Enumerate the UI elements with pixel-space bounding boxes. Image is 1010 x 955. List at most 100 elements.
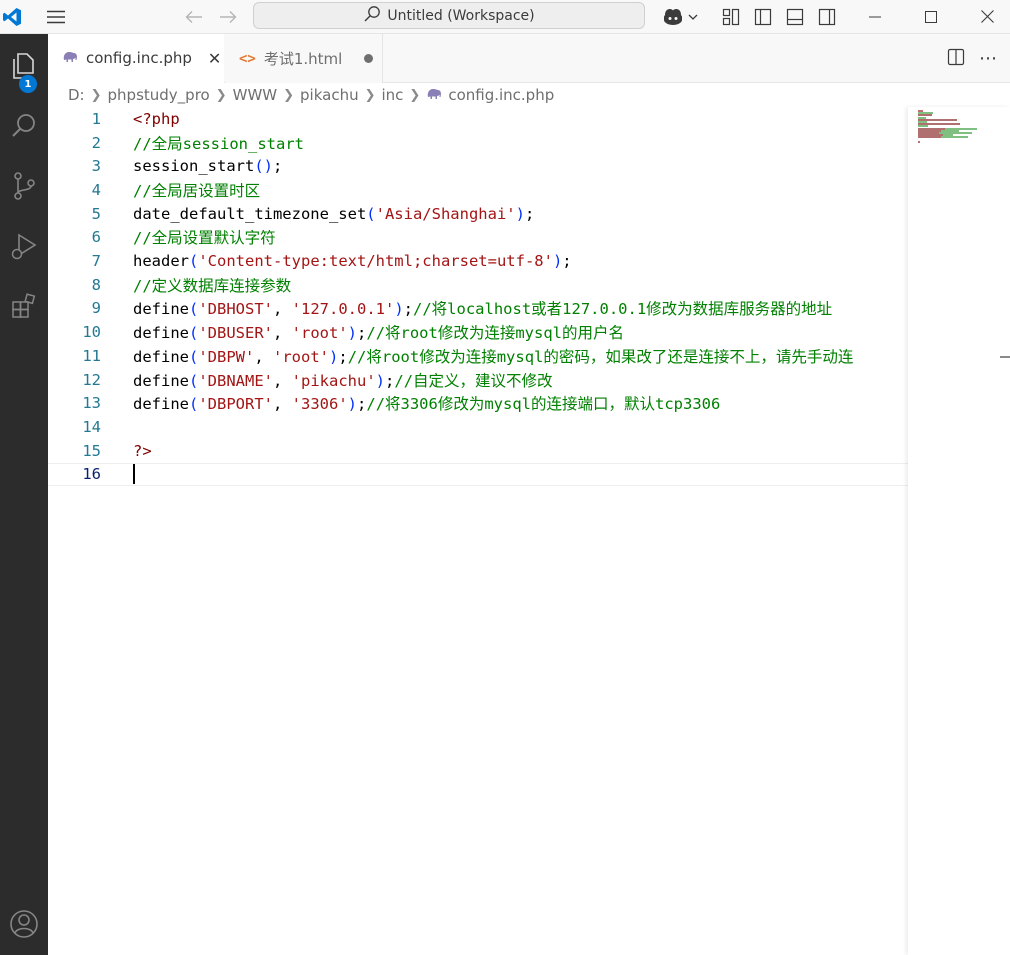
tab-label: 考试1.html <box>263 50 343 68</box>
line-number: 7 <box>91 252 101 271</box>
unsaved-dot-icon[interactable] <box>364 54 374 63</box>
line-number: 10 <box>82 323 101 342</box>
line-text: //全局设置默认字符 <box>133 229 276 248</box>
accounts-icon[interactable] <box>0 900 48 948</box>
vscode-logo-icon <box>0 0 24 33</box>
line-text: define('DBNAME', 'pikachu');//自定义，建议不修改 <box>133 371 553 390</box>
menu-icon[interactable] <box>40 0 72 33</box>
breadcrumb: D: ❯ phpstudy_pro ❯ WWW ❯ pikachu ❯ inc … <box>48 83 1010 107</box>
html-brackets-icon: <> <box>239 50 256 67</box>
line-text: session_start(); <box>133 157 283 176</box>
line-text: define('DBUSER', 'root');//将root修改为连接mys… <box>133 324 625 343</box>
line-text: define('DBPORT', '3306');//将3306修改为mysql… <box>133 395 721 414</box>
line-number: 15 <box>82 441 101 460</box>
chevron-right-icon: ❯ <box>409 87 421 103</box>
title-bar: Untitled (Workspace) <box>0 0 1010 34</box>
toggle-primary-sidebar-icon[interactable] <box>750 0 776 33</box>
chevron-down-icon[interactable] <box>686 0 700 33</box>
code-line[interactable]: 6 //全局设置默认字符 <box>48 226 908 250</box>
breadcrumb-item[interactable]: pikachu <box>300 86 359 104</box>
workspace-title: Untitled (Workspace) <box>387 7 535 24</box>
code-line[interactable]: 10 define('DBUSER', 'root');//将root修改为连接m… <box>48 320 908 344</box>
code-line[interactable]: 12 define('DBNAME', 'pikachu');//自定义，建议不修… <box>48 368 908 392</box>
code-line[interactable]: 2 //全局session_start <box>48 131 908 155</box>
line-text: define('DBHOST', '127.0.0.1');//将localho… <box>133 300 833 319</box>
code-line[interactable]: 3 session_start(); <box>48 154 908 178</box>
code-line[interactable]: 16 <box>48 462 908 487</box>
line-number: 13 <box>82 394 101 413</box>
line-number: 16 <box>82 465 101 484</box>
line-number: 5 <box>91 204 101 223</box>
line-text: date_default_timezone_set('Asia/Shanghai… <box>133 204 535 223</box>
more-actions-icon[interactable]: ⋯ <box>979 48 998 69</box>
source-control-icon[interactable] <box>0 162 48 210</box>
line-number: 14 <box>82 417 101 436</box>
line-number: 8 <box>91 275 101 294</box>
breadcrumb-item[interactable]: inc <box>382 86 404 104</box>
back-arrow-icon[interactable] <box>180 0 208 33</box>
breadcrumb-item[interactable]: WWW <box>233 86 278 104</box>
minimap[interactable] <box>908 107 1010 955</box>
toggle-secondary-sidebar-icon[interactable] <box>814 0 840 33</box>
breadcrumb-item[interactable]: config.inc.php <box>448 86 554 104</box>
line-number: 4 <box>91 180 101 199</box>
line-text: define('DBPW', 'root');//将root修改为连接mysql… <box>133 347 854 366</box>
code-line[interactable]: 4 //全局居设置时区 <box>48 178 908 202</box>
line-text: //全局session_start <box>133 134 304 153</box>
scrollbar-marker <box>1000 356 1010 358</box>
breadcrumb-item[interactable]: phpstudy_pro <box>108 86 210 104</box>
tab-config-inc-php[interactable]: config.inc.php ✕ <box>48 34 224 83</box>
minimap-line <box>918 136 941 139</box>
line-number: 9 <box>91 299 101 318</box>
code-line[interactable]: 8 //定义数据库连接参数 <box>48 273 908 297</box>
breadcrumb-item[interactable]: D: <box>68 86 85 104</box>
run-debug-icon[interactable] <box>0 222 48 270</box>
editor-tab-bar: config.inc.php ✕ <> 考试1.html ⋯ <box>48 34 1010 83</box>
code-line[interactable]: 7 header('Content-type:text/html;charset=… <box>48 249 908 273</box>
line-text: ?> <box>133 441 152 460</box>
code-line[interactable]: 15 ?> <box>48 439 908 463</box>
explorer-badge: 1 <box>19 75 37 93</box>
activity-bar: 1 <box>0 34 48 955</box>
chevron-right-icon: ❯ <box>90 87 102 103</box>
minimize-icon[interactable] <box>852 0 898 33</box>
line-text: //定义数据库连接参数 <box>133 276 292 295</box>
forward-arrow-icon[interactable] <box>214 0 242 33</box>
code-editor[interactable]: 1 <?php 2 //全局session_start 3 session_start()… <box>48 107 908 955</box>
line-text <box>133 464 135 485</box>
command-center-search[interactable]: Untitled (Workspace) <box>253 2 645 29</box>
text-cursor <box>133 464 135 485</box>
search-icon[interactable] <box>0 102 48 150</box>
line-number: 1 <box>91 109 101 128</box>
line-number: 6 <box>91 228 101 247</box>
search-icon <box>363 5 381 27</box>
close-icon[interactable] <box>964 0 1010 33</box>
code-line[interactable]: 9 define('DBHOST', '127.0.0.1');//将localh… <box>48 297 908 321</box>
copilot-icon[interactable] <box>660 0 686 33</box>
explorer-icon[interactable]: 1 <box>0 42 48 93</box>
tab-label: config.inc.php <box>86 49 192 67</box>
code-line[interactable]: 14 <box>48 415 908 439</box>
line-text: header('Content-type:text/html;charset=u… <box>133 252 572 271</box>
split-editor-icon[interactable] <box>947 48 965 70</box>
line-number: 11 <box>82 346 101 365</box>
line-number: 3 <box>91 157 101 176</box>
php-elephant-icon <box>62 49 78 67</box>
maximize-icon[interactable] <box>908 0 954 33</box>
close-tab-icon[interactable]: ✕ <box>208 49 221 68</box>
customize-layout-icon[interactable] <box>718 0 744 33</box>
php-elephant-icon <box>426 86 442 104</box>
tab-exam-html[interactable]: <> 考试1.html <box>225 34 383 83</box>
line-text: //全局居设置时区 <box>133 181 261 200</box>
line-number: 12 <box>82 370 101 389</box>
chevron-right-icon: ❯ <box>283 87 295 103</box>
code-line[interactable]: 5 date_default_timezone_set('Asia/Shangha… <box>48 202 908 226</box>
chevron-right-icon: ❯ <box>364 87 376 103</box>
chevron-right-icon: ❯ <box>215 87 227 103</box>
editor-actions: ⋯ <box>947 34 1010 83</box>
extensions-icon[interactable] <box>0 282 48 330</box>
code-line[interactable]: 11 define('DBPW', 'root');//将root修改为连接mys… <box>48 344 908 368</box>
code-line[interactable]: 1 <?php <box>48 107 908 131</box>
toggle-panel-icon[interactable] <box>782 0 808 33</box>
code-line[interactable]: 13 define('DBPORT', '3306');//将3306修改为mys… <box>48 391 908 415</box>
